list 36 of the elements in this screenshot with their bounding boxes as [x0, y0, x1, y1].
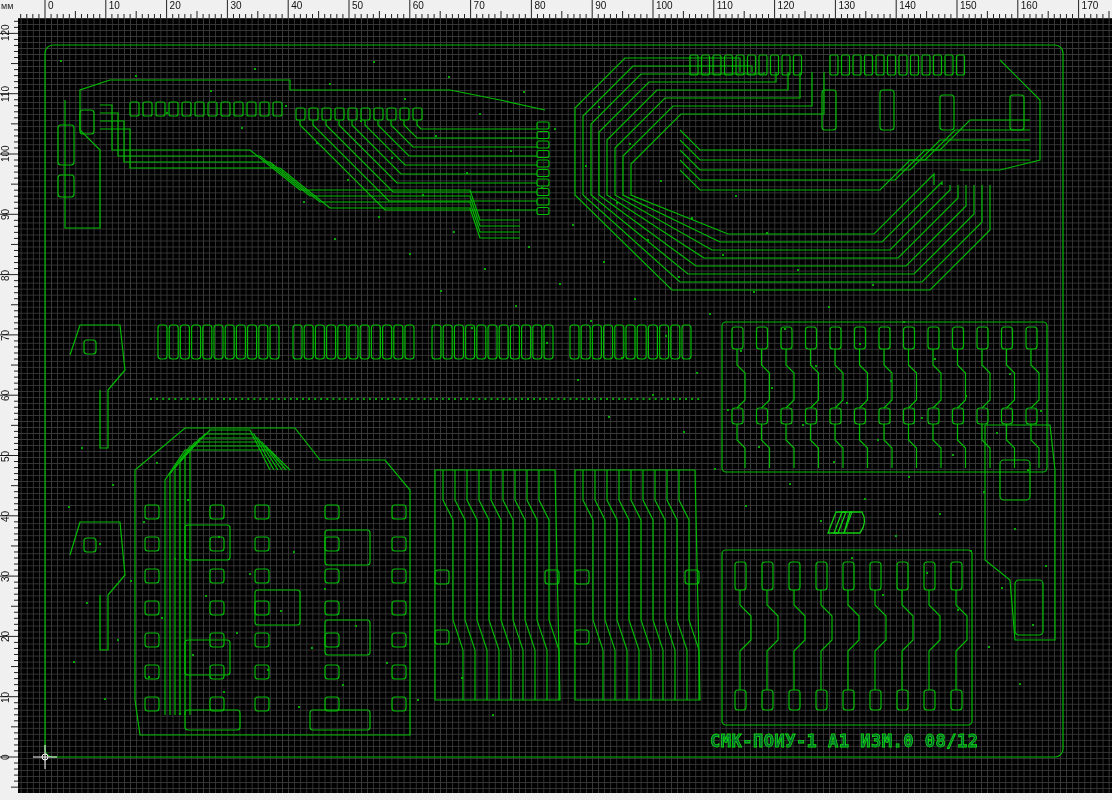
ruler-label: 100: [656, 0, 673, 12]
ruler-label: 140: [899, 0, 916, 12]
crosshair-cursor-icon: [32, 744, 58, 770]
ruler-label: 0: [0, 753, 12, 762]
ruler-label: 40: [0, 509, 12, 524]
ruler-label: 160: [1020, 0, 1038, 12]
ruler-label: 120: [777, 0, 795, 12]
ruler-label: 60: [0, 388, 12, 403]
ruler-label: 120: [0, 23, 12, 44]
ruler-label: 70: [473, 0, 485, 12]
ruler-label: 60: [412, 0, 424, 12]
ruler-label: 50: [352, 0, 364, 12]
ruler-label: 30: [0, 569, 12, 584]
ruler-label: 50: [0, 448, 12, 464]
ruler-label: 170: [1081, 0, 1099, 12]
ruler-label: 30: [230, 0, 242, 12]
logo-icon: [827, 511, 866, 534]
ruler-label: 10: [0, 690, 12, 705]
ruler-label: 110: [716, 0, 733, 12]
ruler-unit: мм: [1, 1, 14, 11]
ruler-label: 110: [0, 84, 12, 104]
ruler-label: 80: [0, 268, 12, 283]
ruler-label: 130: [838, 0, 856, 12]
ruler-label: 20: [169, 0, 181, 12]
ruler-label: 80: [534, 0, 546, 12]
ruler-label: 20: [0, 629, 12, 644]
ruler-label: 10: [108, 0, 120, 12]
ruler-label: 100: [0, 144, 12, 165]
ruler-label: 90: [595, 0, 607, 12]
layout-canvas[interactable]: СМК-ПОИУ-1 A1 ИЗМ.0 08/12: [18, 18, 1112, 793]
ruler-label: 70: [0, 328, 12, 343]
ruler-label: 150: [960, 0, 977, 12]
ruler-label: 90: [0, 207, 12, 222]
ruler-label: 0: [48, 0, 54, 12]
board-label: СМК-ПОИУ-1 A1 ИЗМ.0 08/12: [710, 731, 979, 751]
ruler-label: 40: [291, 0, 303, 12]
